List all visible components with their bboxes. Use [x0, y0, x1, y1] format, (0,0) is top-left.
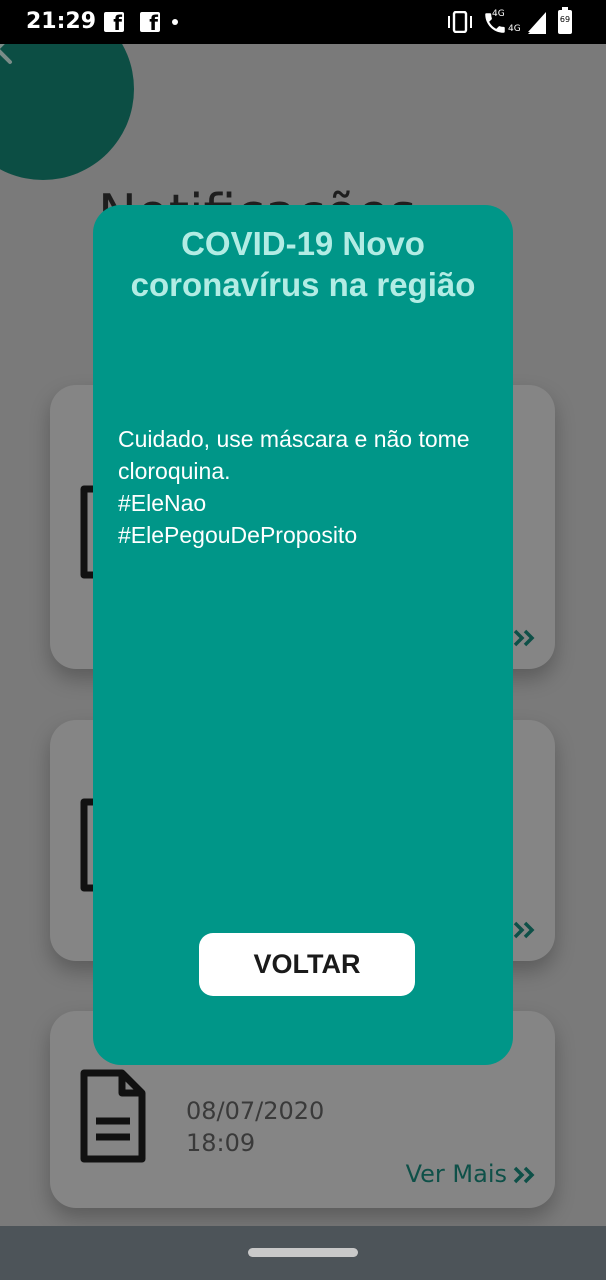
ver-mais-link[interactable]: Ver Mais: [406, 1160, 535, 1188]
notification-dot-icon: [172, 19, 178, 25]
ver-mais-label: Ver Mais: [405, 1160, 507, 1188]
status-time: 21:29: [26, 9, 97, 34]
network-type-label: 4G: [492, 9, 505, 19]
voltar-button[interactable]: VOLTAR: [199, 933, 415, 996]
double-chevron-right-icon: [513, 629, 535, 647]
dialog-body: Cuidado, use máscara e não tome cloroqui…: [118, 423, 488, 551]
document-icon: [80, 1069, 146, 1163]
facebook-icon: [140, 11, 160, 35]
notification-date: 08/07/2020: [186, 1097, 325, 1125]
system-nav-bar: [0, 1226, 606, 1280]
double-chevron-right-icon: [513, 1166, 535, 1184]
notification-time: 18:09: [186, 1129, 256, 1157]
dialog-body-line: #ElePegouDeProposito: [118, 522, 358, 548]
network-type-label: 4G: [508, 24, 521, 34]
dialog-title: COVID-19 Novo coronavírus na região: [130, 225, 476, 303]
status-bar: 21:29 4G 4G 69: [0, 0, 606, 44]
home-gesture-handle[interactable]: [248, 1248, 358, 1257]
double-chevron-right-icon: [513, 921, 535, 939]
chevron-left-icon: [0, 44, 12, 64]
dialog-body-line: Cuidado, use máscara e não tome cloroqui…: [118, 426, 470, 484]
vibrate-icon: [448, 11, 472, 33]
facebook-icon: [104, 11, 124, 35]
dialog-body-line: #EleNao: [118, 490, 207, 516]
notification-dialog: COVID-19 Novo coronavírus na região Cuid…: [93, 205, 513, 1065]
battery-level: 69: [559, 15, 571, 24]
signal-icon: [528, 16, 546, 34]
back-button[interactable]: [0, 44, 134, 180]
battery-icon: 69: [558, 7, 572, 34]
